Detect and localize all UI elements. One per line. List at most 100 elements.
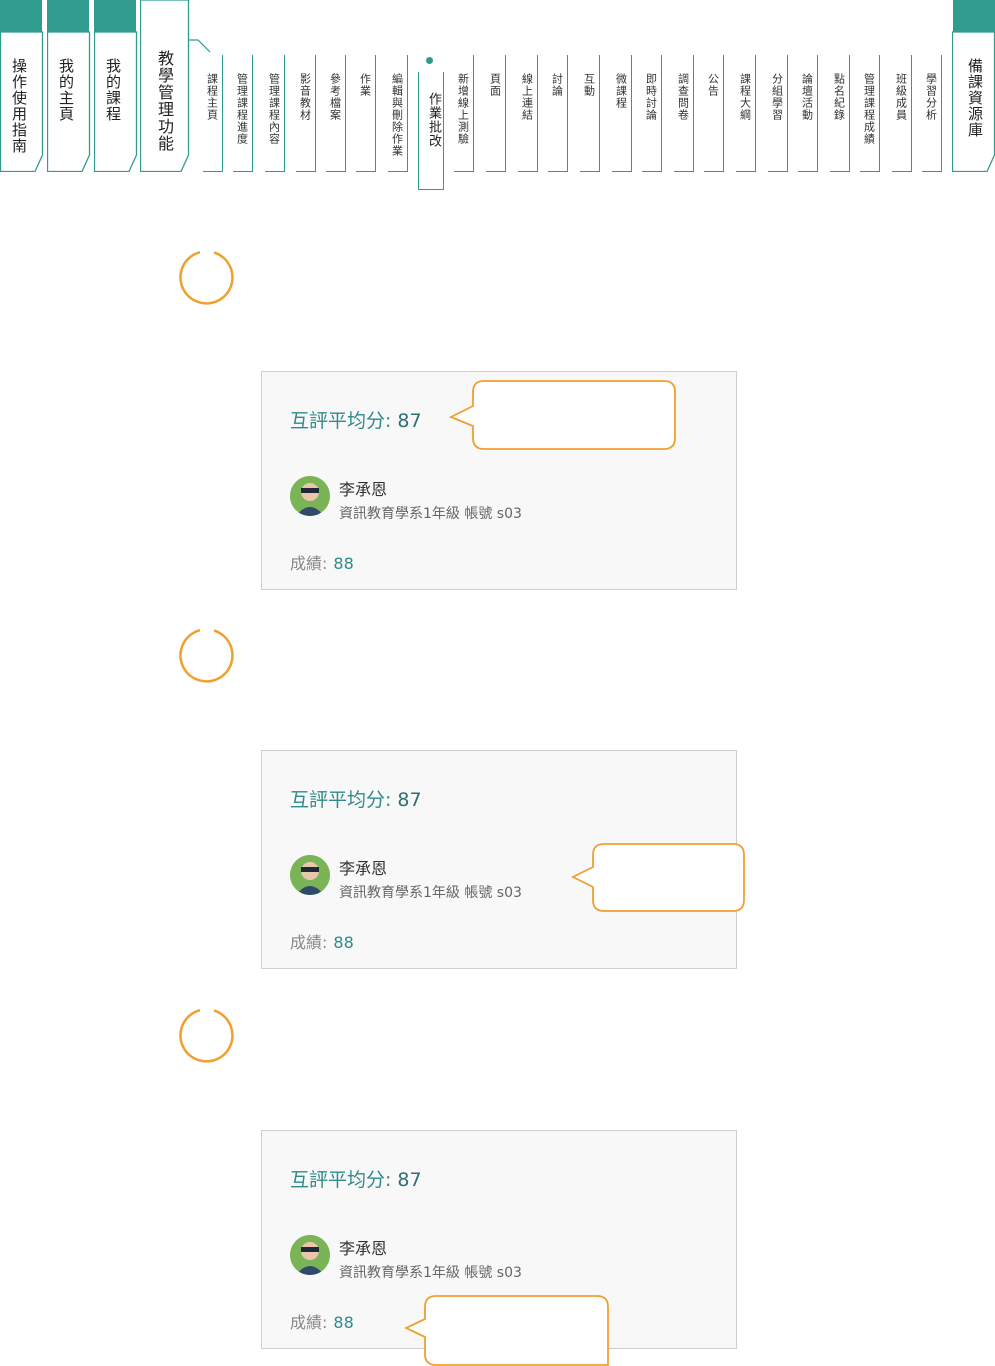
sub-tab-item[interactable]: 線上連結 (518, 55, 538, 172)
sub-tab-label: 互動 (582, 73, 596, 97)
sub-tab-label: 編輯與刪除作業 (390, 73, 404, 157)
sub-tab-label: 論壇活動 (800, 73, 814, 121)
avatar (290, 855, 330, 895)
sub-tab-label: 新增線上測驗 (456, 73, 470, 145)
score-row: 成績: 88 (290, 1313, 354, 1332)
sub-tab-item[interactable]: 討論 (548, 55, 568, 172)
sub-tab-item[interactable]: 參考檔案 (326, 55, 346, 172)
sub-tab-divider (631, 55, 632, 171)
sub-tab-item[interactable]: 管理課程成績 (860, 55, 880, 172)
sub-tab-divider (567, 55, 568, 171)
sub-tab-label: 學習分析 (924, 73, 938, 121)
sub-tab-item[interactable]: 分組學習 (768, 55, 788, 172)
sub-tab-underline (892, 171, 912, 172)
sub-tab-label: 公告 (706, 73, 720, 97)
sub-tab-label: 分組學習 (770, 73, 784, 121)
tab-label: 操作使用指南 (10, 58, 28, 154)
sub-tab-underline (454, 171, 474, 172)
sub-tab-divider (345, 55, 346, 171)
sub-tab-divider (879, 55, 880, 171)
tab-label: 我的主頁 (57, 58, 75, 122)
sub-tab-item[interactable]: 微課程 (612, 55, 632, 172)
sub-tab-label: 即時討論 (644, 73, 658, 121)
sub-tab-item[interactable]: 管理課程內容 (265, 55, 285, 172)
sub-tab-item[interactable]: 調查問卷 (674, 55, 694, 172)
student-name: 李承恩 (339, 480, 388, 499)
sub-tab-label: 調查問卷 (676, 73, 690, 121)
sub-tab-item[interactable]: 班級成員 (892, 55, 912, 172)
sub-tab-divider (911, 55, 912, 171)
step-circle-icon (179, 628, 234, 683)
sub-tab-item[interactable]: 點名紀錄 (830, 55, 850, 172)
tab-my-courses[interactable]: 我的課程 (94, 0, 138, 172)
sub-tab-divider (473, 55, 474, 171)
sub-tab-item[interactable]: 新增線上測驗 (454, 55, 474, 172)
sub-tab-item[interactable]: 課程主頁 (203, 55, 223, 172)
sub-tab-underline (356, 171, 376, 172)
sub-tab-label: 線上連結 (520, 73, 534, 121)
tab-resource-library[interactable]: 備課資源庫 (951, 0, 995, 173)
sub-tab-label: 管理課程進度 (235, 73, 249, 145)
sub-tab-divider (284, 55, 285, 171)
sub-tab-underline (798, 171, 818, 172)
sub-tab-divider (817, 55, 818, 171)
sub-tab-divider (787, 55, 788, 171)
peer-average: 互評平均分: 87 (290, 789, 422, 811)
tab-label: 備課資源庫 (966, 58, 984, 138)
sub-tab-divider (661, 55, 662, 171)
peer-average: 互評平均分: 87 (290, 1169, 422, 1191)
sub-tab-divider (755, 55, 756, 171)
sub-tab-underline (830, 171, 850, 172)
sub-tab-underline (265, 171, 285, 172)
sub-tab-label: 班級成員 (894, 73, 908, 121)
tab-teaching-management[interactable]: 教學管理功能 (139, 0, 211, 173)
tab-my-home[interactable]: 我的主頁 (47, 0, 91, 172)
sub-tab-label: 課程大綱 (738, 73, 752, 121)
sub-tab-label: 管理課程成績 (862, 73, 876, 145)
sub-tab-label: 作業批改 (426, 92, 441, 148)
sub-tab-item[interactable]: 互動 (580, 55, 600, 172)
sub-tab-item[interactable]: 課程大綱 (736, 55, 756, 172)
sub-tab-item[interactable]: 編輯與刪除作業 (388, 55, 408, 172)
sub-tab-item[interactable]: 頁面 (486, 55, 506, 172)
tab-label: 我的課程 (104, 58, 122, 122)
sub-tab-underline (612, 171, 632, 172)
sub-tab-underline (642, 171, 662, 172)
sub-tab-divider (252, 55, 253, 171)
sub-tab-underline (704, 171, 724, 172)
sub-tab-item[interactable]: 影音教材 (296, 55, 316, 172)
sub-tab-grading-active[interactable]: 作業批改 (418, 72, 444, 190)
sub-tab-underline (922, 171, 942, 172)
sub-tab-label: 參考檔案 (328, 73, 342, 121)
sub-tab-label: 微課程 (614, 73, 628, 109)
sub-tab-underline (388, 171, 408, 172)
tab-label: 教學管理功能 (155, 50, 174, 152)
sub-tab-item[interactable]: 即時討論 (642, 55, 662, 172)
sub-tab-divider (222, 55, 223, 171)
sub-tab-underline (674, 171, 694, 172)
sub-tab-divider (537, 55, 538, 171)
score-row: 成績: 88 (290, 554, 354, 573)
score-row: 成績: 88 (290, 933, 354, 952)
sub-tab-divider (375, 55, 376, 171)
sub-tab-divider (315, 55, 316, 171)
sub-tab-underline (860, 171, 880, 172)
sub-tab-divider (941, 55, 942, 171)
sub-tab-item[interactable]: 公告 (704, 55, 724, 172)
sub-tab-underline (736, 171, 756, 172)
tab-user-guide[interactable]: 操作使用指南 (0, 0, 44, 172)
sub-tab-item[interactable]: 作業 (356, 55, 376, 172)
step-circle-icon (179, 1008, 234, 1063)
sub-tab-underline (203, 171, 223, 172)
sub-tab-underline (486, 171, 506, 172)
sub-tab-label: 討論 (550, 73, 564, 97)
sub-tab-divider (693, 55, 694, 171)
student-meta: 資訊教育學系1年級 帳號 s03 (339, 506, 522, 522)
callout-bubble (570, 843, 745, 912)
sub-tab-item[interactable]: 學習分析 (922, 55, 942, 172)
sub-tab-label: 管理課程內容 (267, 73, 281, 145)
sub-tab-underline (326, 171, 346, 172)
sub-tab-item[interactable]: 論壇活動 (798, 55, 818, 172)
student-name: 李承恩 (339, 859, 388, 878)
sub-tab-item[interactable]: 管理課程進度 (233, 55, 253, 172)
